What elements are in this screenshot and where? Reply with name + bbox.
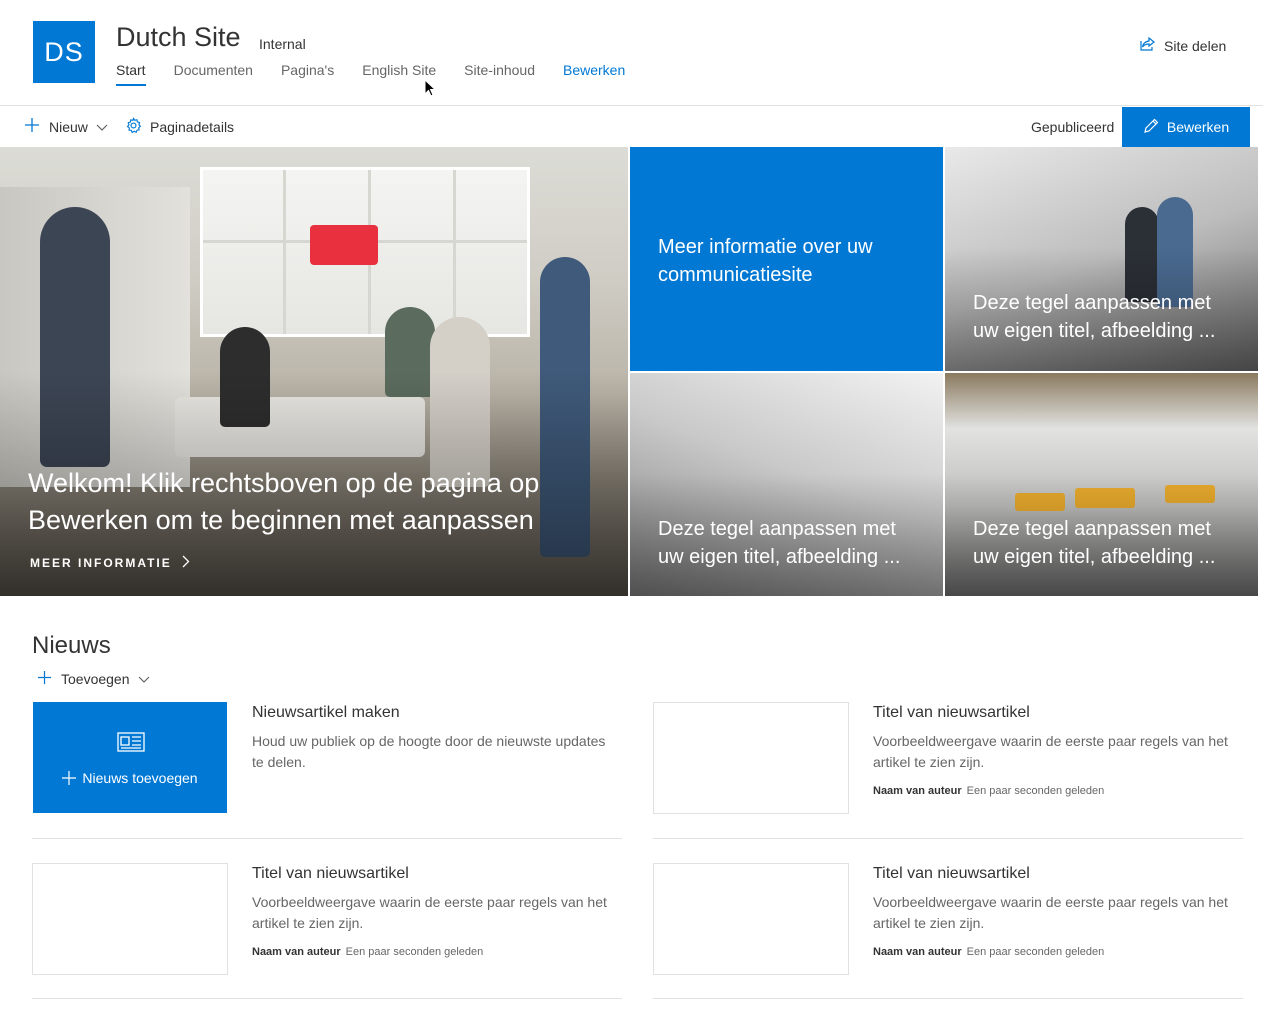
edit-page-button[interactable]: Bewerken: [1122, 107, 1250, 147]
nav-item-site-inhoud[interactable]: Site-inhoud: [464, 62, 535, 88]
plus-icon: [24, 117, 40, 136]
news-article-title[interactable]: Titel van nieuwsartikel: [873, 865, 1030, 883]
new-button[interactable]: Nieuw: [24, 106, 108, 147]
news-article-meta: Naam van auteur Een paar seconden geleden: [873, 785, 1104, 797]
share-label: Site delen: [1164, 37, 1227, 54]
news-thumbnail[interactable]: [32, 863, 228, 975]
pencil-icon: [1143, 118, 1167, 137]
page-details-button[interactable]: Paginadetails: [125, 106, 234, 147]
news-add-label: Toevoegen: [61, 671, 130, 687]
plus-icon: [62, 771, 77, 785]
hero-tile-title: Deze tegel aanpassen met uw eigen titel,…: [658, 518, 901, 568]
page-details-label: Paginadetails: [150, 118, 235, 135]
new-label: Nieuw: [49, 118, 88, 135]
create-news-title[interactable]: Nieuwsartikel maken: [252, 704, 400, 722]
news-article-title[interactable]: Titel van nieuwsartikel: [873, 704, 1030, 722]
news-section-title: Nieuws: [32, 632, 111, 659]
site-title[interactable]: Dutch Site: [116, 22, 241, 53]
newspaper-icon: [117, 732, 145, 757]
nav-item-start[interactable]: Start: [116, 62, 146, 86]
divider: [653, 838, 1243, 839]
hero-tile-title: Meer informatie over uw communicatiesite: [658, 236, 873, 286]
add-news-tile[interactable]: Nieuws toevoegen: [33, 702, 227, 813]
hero-tile-title: Deze tegel aanpassen met uw eigen titel,…: [973, 292, 1216, 342]
nav-item-bewerken[interactable]: Bewerken: [563, 62, 625, 88]
plus-icon: [37, 670, 52, 688]
divider: [32, 998, 622, 999]
news-article-meta: Naam van auteur Een paar seconden geleden: [873, 946, 1104, 958]
mouse-cursor-icon: [424, 78, 437, 102]
command-bar: Nieuw Paginadetails Gepubliceerd: [0, 106, 1263, 147]
hero-tile[interactable]: Deze tegel aanpassen met uw eigen titel,…: [630, 373, 943, 596]
site-logo[interactable]: DS: [33, 21, 95, 83]
news-article-desc: Voorbeeldweergave waarin de eerste paar …: [252, 894, 607, 931]
news-time: Een paar seconden geleden: [966, 785, 1105, 797]
site-header: DS Dutch Site Internal Start Documenten …: [0, 0, 1263, 106]
site-classification: Internal: [259, 36, 306, 52]
share-site-button[interactable]: Site delen: [1140, 36, 1227, 54]
news-time: Een paar seconden geleden: [966, 946, 1105, 958]
nav-item-paginas[interactable]: Pagina's: [281, 62, 334, 88]
chevron-down-icon: [96, 119, 108, 135]
news-time: Een paar seconden geleden: [345, 946, 484, 958]
divider: [32, 838, 622, 839]
hero-main-title[interactable]: Welkom! Klik rechtsboven op de pagina op…: [28, 465, 588, 539]
hero-more-info-link[interactable]: MEER INFORMATIE: [30, 555, 190, 571]
chevron-down-icon: [138, 671, 150, 687]
chevron-right-icon: [172, 555, 190, 571]
edit-label: Bewerken: [1166, 119, 1230, 135]
divider: [653, 998, 1243, 999]
news-thumbnail[interactable]: [653, 702, 849, 814]
create-news-desc: Houd uw publiek op de hoogte door de nie…: [252, 733, 606, 770]
hero-tile[interactable]: Deze tegel aanpassen met uw eigen titel,…: [945, 147, 1258, 371]
hero-tile-title: Deze tegel aanpassen met uw eigen titel,…: [973, 518, 1216, 568]
hero-tile[interactable]: Deze tegel aanpassen met uw eigen titel,…: [945, 373, 1258, 596]
hero-more-label: MEER INFORMATIE: [30, 556, 172, 570]
news-thumbnail[interactable]: [653, 863, 849, 975]
news-article-desc: Voorbeeldweergave waarin de eerste paar …: [873, 733, 1228, 770]
nav-item-documenten[interactable]: Documenten: [174, 62, 253, 88]
top-navigation: Start Documenten Pagina's English Site S…: [116, 62, 653, 88]
news-author: Naam van auteur: [873, 946, 962, 958]
news-article-desc: Voorbeeldweergave waarin de eerste paar …: [873, 894, 1228, 931]
add-news-label: Nieuws toevoegen: [33, 770, 227, 786]
publish-status: Gepubliceerd: [1031, 119, 1115, 135]
hero-tile-info[interactable]: Meer informatie over uw communicatiesite: [630, 147, 943, 371]
news-article-title[interactable]: Titel van nieuwsartikel: [252, 865, 409, 883]
share-icon: [1140, 36, 1164, 54]
news-add-button[interactable]: Toevoegen: [37, 670, 150, 688]
gear-icon: [125, 116, 150, 137]
news-author: Naam van auteur: [873, 785, 962, 797]
news-author: Naam van auteur: [252, 946, 341, 958]
news-article-meta: Naam van auteur Een paar seconden geleden: [252, 946, 483, 958]
